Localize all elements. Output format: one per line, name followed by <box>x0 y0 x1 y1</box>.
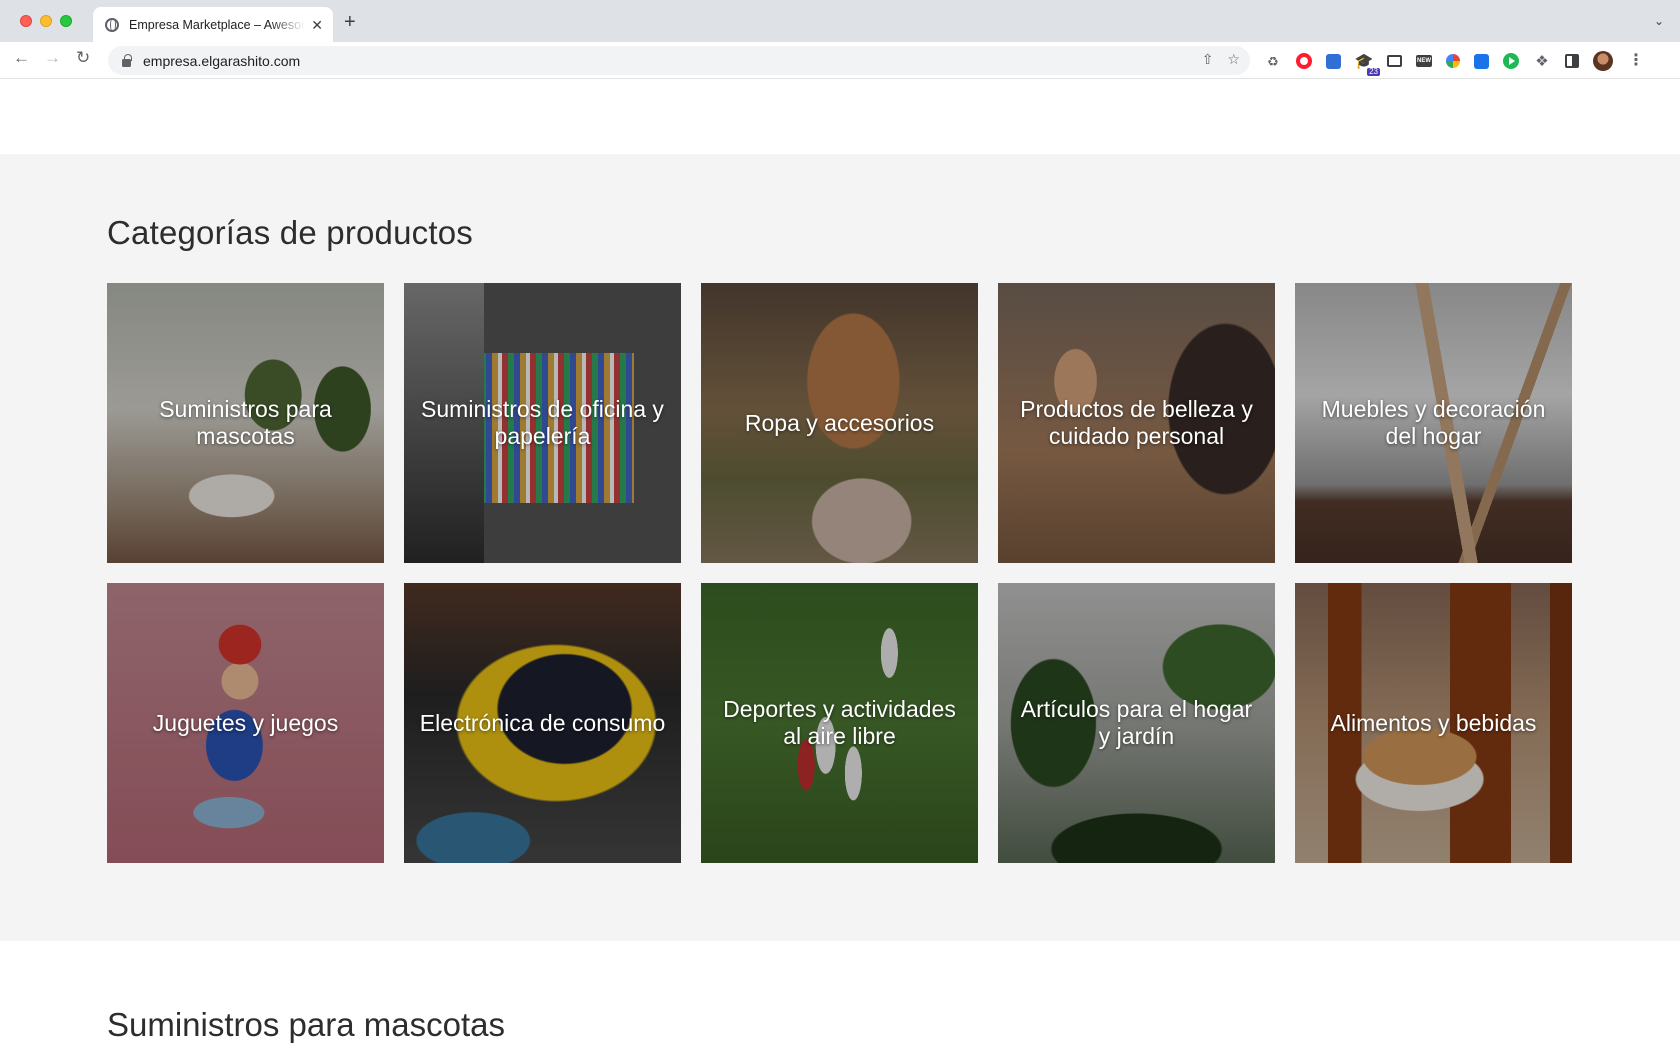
category-label: Productos de belleza y cuidado personal <box>1020 396 1253 449</box>
screenshot-extension-icon[interactable] <box>1387 55 1402 67</box>
category-label: Suministros de oficina y papelería <box>421 396 664 449</box>
puzzle-extensions-icon[interactable]: ❖ <box>1533 52 1551 70</box>
lock-icon[interactable] <box>122 53 132 67</box>
omnibox-actions: ⇧ ☆ <box>1202 52 1240 66</box>
extensions-row: ♻ 🎓 23 NEW ❖ ⋮ <box>1264 51 1645 76</box>
next-section-title: Suministros para mascotas <box>107 1006 505 1043</box>
share-icon[interactable]: ⇧ <box>1202 52 1214 66</box>
categories-section: Categorías de productos Suministros para… <box>0 154 1680 941</box>
category-label: Suministros para mascotas <box>159 396 332 449</box>
category-card-clothes[interactable]: Ropa y accesorios <box>701 283 978 563</box>
forward-arrow-icon[interactable]: → <box>44 49 61 66</box>
tab-search-chevron-icon[interactable]: ⌄ <box>1654 14 1664 28</box>
tab-title: Empresa Marketplace – Awesome <box>129 17 306 32</box>
category-card-pets[interactable]: Suministros para mascotas <box>107 283 384 563</box>
category-label: Juguetes y juegos <box>152 709 339 736</box>
category-card-office[interactable]: Suministros de oficina y papelería <box>404 283 681 563</box>
category-label: Deportes y actividades al aire libre <box>723 696 956 749</box>
page-content: Categorías de productos Suministros para… <box>0 79 1680 1043</box>
category-label: Electrónica de consumo <box>419 709 666 736</box>
blue-k-extension-icon[interactable] <box>1326 53 1341 69</box>
url-text[interactable]: empresa.elgarashito.com <box>143 53 300 69</box>
side-panel-icon[interactable] <box>1565 54 1579 68</box>
close-window-button[interactable] <box>20 15 32 27</box>
back-arrow-icon[interactable]: ← <box>13 49 30 66</box>
globe-icon <box>105 17 119 32</box>
extension-badge: 23 <box>1367 67 1380 76</box>
opera-extension-icon[interactable] <box>1296 53 1312 69</box>
category-card-food[interactable]: Alimentos y bebidas <box>1295 583 1572 863</box>
browser-tab-active[interactable]: Empresa Marketplace – Awesome ✕ <box>93 7 333 42</box>
blue-square-extension-icon[interactable] <box>1474 53 1489 69</box>
new-tab-button[interactable]: + <box>344 12 356 32</box>
category-label: Muebles y decoración del hogar <box>1321 396 1546 449</box>
section-title: Categorías de productos <box>107 214 473 251</box>
maximize-window-button[interactable] <box>60 15 72 27</box>
browser-tabstrip: Empresa Marketplace – Awesome ✕ + ⌄ <box>0 0 1680 42</box>
graduation-cap-extension-icon[interactable]: 🎓 23 <box>1355 52 1380 76</box>
address-bar[interactable]: empresa.elgarashito.com ⇧ ☆ <box>108 46 1250 75</box>
category-card-sports[interactable]: Deportes y actividades al aire libre <box>701 583 978 863</box>
minimize-window-button[interactable] <box>40 15 52 27</box>
play-extension-icon[interactable] <box>1503 53 1519 69</box>
new-extension-icon[interactable]: NEW <box>1416 55 1432 67</box>
kebab-menu-icon[interactable]: ⋮ <box>1627 52 1645 70</box>
bookmark-star-icon[interactable]: ☆ <box>1227 52 1240 66</box>
reload-icon[interactable]: ↻ <box>76 49 90 66</box>
close-tab-icon[interactable]: ✕ <box>311 18 323 32</box>
browser-toolbar: ← → ↻ empresa.elgarashito.com ⇧ ☆ ♻ 🎓 23 … <box>0 42 1680 79</box>
profile-avatar[interactable] <box>1593 51 1613 71</box>
category-card-beauty[interactable]: Productos de belleza y cuidado personal <box>998 283 1275 563</box>
category-card-furniture[interactable]: Muebles y decoración del hogar <box>1295 283 1572 563</box>
category-label: Artículos para el hogar y jardín <box>1020 696 1253 749</box>
category-label: Ropa y accesorios <box>744 409 935 436</box>
color-wheel-extension-icon[interactable] <box>1446 54 1460 68</box>
recycle-extension-icon[interactable]: ♻ <box>1264 52 1282 70</box>
category-card-garden[interactable]: Artículos para el hogar y jardín <box>998 583 1275 863</box>
category-label: Alimentos y bebidas <box>1330 709 1537 736</box>
category-grid: Suministros para mascotas Suministros de… <box>107 283 1572 863</box>
category-card-toys[interactable]: Juguetes y juegos <box>107 583 384 863</box>
category-card-electronics[interactable]: Electrónica de consumo <box>404 583 681 863</box>
